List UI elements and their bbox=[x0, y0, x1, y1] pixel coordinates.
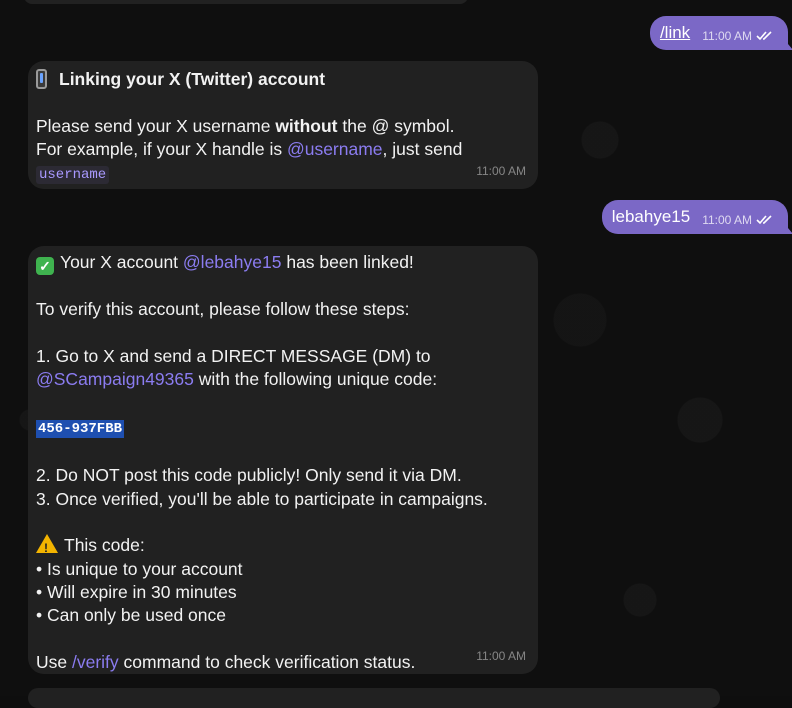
text-fragment: the @ symbol. bbox=[337, 115, 455, 136]
mobile-phone-icon bbox=[36, 69, 47, 89]
message-meta: 11:00 AM bbox=[702, 213, 774, 227]
outgoing-message-username[interactable]: lebahye15 11:00 AM bbox=[601, 200, 792, 234]
message-title: Linking your X (Twitter) account bbox=[59, 69, 326, 89]
bullet-line: • Can only be used once bbox=[36, 605, 227, 626]
username-text: lebahye15 bbox=[611, 207, 691, 226]
step3-line: 3. Once verified, you'll be able to part… bbox=[36, 488, 488, 509]
text-fragment: has been linked! bbox=[281, 252, 414, 272]
incoming-message-verification: ✓ Your X account @lebahye15 has been link… bbox=[28, 246, 538, 674]
warning-icon bbox=[36, 534, 58, 561]
message-time: 11:00 AM bbox=[702, 213, 752, 227]
text-fragment: For example, if your X handle is bbox=[36, 138, 287, 159]
previous-message-edge bbox=[24, 0, 468, 4]
message-meta: 11:00 AM bbox=[702, 29, 774, 43]
text-fragment: This code: bbox=[64, 535, 145, 556]
intro-line: To verify this account, please follow th… bbox=[36, 299, 410, 320]
footer-line: Use /verify command to check verificatio… bbox=[36, 651, 528, 674]
instruction-line: Please send your X username without the … bbox=[36, 115, 528, 138]
text-fragment: , just send bbox=[382, 138, 463, 159]
text-fragment: command to check verification status. bbox=[118, 651, 416, 672]
message-time: 11:00 AM bbox=[476, 163, 526, 178]
mention-link[interactable]: @lebahye15 bbox=[183, 252, 282, 272]
message-time: 11:00 AM bbox=[702, 29, 752, 43]
outgoing-message-link[interactable]: /link 11:00 AM bbox=[649, 16, 792, 50]
code-line: 456-937FBB bbox=[36, 415, 528, 441]
next-message-edge bbox=[28, 688, 720, 708]
step2-line: 2. Do NOT post this code publicly! Only … bbox=[36, 465, 462, 486]
example-line: For example, if your X handle is @userna… bbox=[36, 138, 528, 161]
step1-continued: @SCampaign49365 with the following uniqu… bbox=[36, 368, 528, 391]
mention-link[interactable]: @SCampaign49365 bbox=[36, 369, 194, 389]
verification-code[interactable]: 456-937FBB bbox=[36, 419, 125, 438]
bullet-line: • Is unique to your account bbox=[36, 558, 243, 579]
text-fragment: Use bbox=[36, 651, 72, 672]
message-title-line: Linking your X (Twitter) account bbox=[36, 68, 528, 91]
message-time: 11:00 AM bbox=[476, 648, 526, 663]
verify-command-link[interactable]: /verify bbox=[72, 652, 119, 672]
check-mark-icon: ✓ bbox=[36, 257, 54, 275]
warning-line: This code: bbox=[36, 534, 528, 561]
text-fragment: with the following unique code: bbox=[193, 369, 438, 390]
double-check-icon bbox=[756, 215, 772, 225]
inline-code[interactable]: username bbox=[36, 166, 110, 185]
step1-line: 1. Go to X and send a DIRECT MESSAGE (DM… bbox=[36, 345, 431, 366]
emphasis-text: without bbox=[275, 115, 338, 136]
code-line: username bbox=[36, 161, 528, 187]
double-check-icon bbox=[756, 31, 772, 41]
text-fragment: Your X account bbox=[60, 252, 183, 272]
link-command[interactable]: /link bbox=[660, 23, 690, 43]
bullet-line: • Will expire in 30 minutes bbox=[36, 581, 237, 602]
linked-line: ✓ Your X account @lebahye15 has been link… bbox=[36, 251, 528, 275]
text-fragment: Please send your X username bbox=[36, 115, 276, 136]
incoming-message-linking: Linking your X (Twitter) account Please … bbox=[28, 61, 538, 189]
mention-link[interactable]: @username bbox=[287, 139, 383, 159]
